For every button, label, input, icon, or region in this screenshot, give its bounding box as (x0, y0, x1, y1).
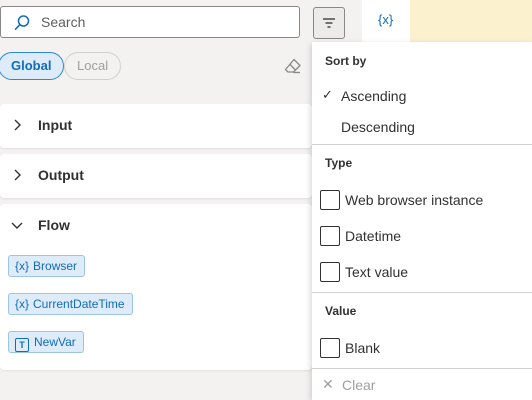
output-section: Output (0, 154, 312, 198)
input-section-title: Input (38, 117, 73, 133)
divider (312, 144, 532, 145)
search-box[interactable] (0, 6, 300, 38)
value-option-label: Blank (345, 340, 381, 356)
variable-chip-newvar[interactable]: T NewVar (8, 331, 84, 353)
variable-name: Browser (33, 259, 78, 273)
sort-option-label: Descending (341, 119, 415, 135)
value-heading: Value (325, 304, 357, 318)
chevron-down-icon (11, 222, 23, 229)
checkbox[interactable] (320, 338, 340, 358)
variable-tab-label: {x} (378, 12, 394, 27)
sort-ascending-option[interactable]: ✓ Ascending (312, 82, 532, 112)
sort-descending-option[interactable]: Descending (312, 113, 532, 143)
input-section: Input (0, 104, 312, 148)
checkbox[interactable] (320, 226, 340, 246)
type-option-label: Text value (345, 264, 409, 280)
type-option-label: Datetime (345, 228, 402, 244)
output-section-title: Output (38, 167, 84, 183)
type-heading: Type (325, 156, 353, 170)
sort-option-label: Ascending (341, 88, 407, 104)
close-icon: ✕ (322, 376, 334, 392)
clear-label: Clear (342, 377, 376, 393)
filter-dropdown: Sort by ✓ Ascending Descending Type Web … (312, 42, 532, 400)
filter-icon (323, 18, 335, 28)
chevron-right-icon (14, 169, 21, 181)
flow-section-title: Flow (38, 217, 70, 233)
value-blank-option[interactable]: Blank (312, 334, 532, 364)
flow-section-header[interactable]: Flow (0, 204, 312, 248)
variable-name: CurrentDateTime (33, 297, 125, 311)
type-text-value-option[interactable]: Text value (312, 258, 532, 288)
variable-icon: {x} (15, 259, 30, 273)
flow-section: Flow {x} Browser {x} CurrentDateTime T NewV… (0, 204, 312, 370)
variable-chip-browser[interactable]: {x} Browser (8, 255, 86, 277)
type-datetime-option[interactable]: Datetime (312, 222, 532, 252)
divider (312, 292, 532, 293)
chevron-right-icon (14, 119, 21, 131)
filter-button[interactable] (313, 7, 345, 39)
type-option-label: Web browser instance (345, 192, 484, 208)
search-input[interactable] (41, 7, 291, 37)
variable-name: NewVar (34, 335, 76, 349)
type-web-browser-instance-option[interactable]: Web browser instance (312, 186, 532, 216)
canvas-background (410, 0, 532, 42)
variables-panel: Global Local Input Output Flow (0, 0, 312, 400)
checkbox[interactable] (320, 262, 340, 282)
text-type-icon: T (15, 338, 29, 352)
divider (312, 368, 532, 369)
variable-chip-currentdatetime[interactable]: {x} CurrentDateTime (8, 293, 133, 315)
eraser-icon[interactable] (284, 58, 302, 74)
global-scope-tab[interactable]: Global (0, 52, 65, 80)
local-scope-tab[interactable]: Local (64, 52, 122, 80)
variables-pane-tab[interactable]: {x} (362, 0, 413, 42)
search-icon (14, 15, 30, 30)
variable-icon: {x} (15, 297, 30, 311)
output-section-header[interactable]: Output (0, 154, 312, 198)
checkbox[interactable] (320, 190, 340, 210)
clear-filters-button[interactable]: ✕ Clear (312, 370, 532, 400)
input-section-header[interactable]: Input (0, 104, 312, 148)
sort-by-heading: Sort by (325, 54, 367, 68)
checkmark-icon: ✓ (322, 87, 333, 102)
